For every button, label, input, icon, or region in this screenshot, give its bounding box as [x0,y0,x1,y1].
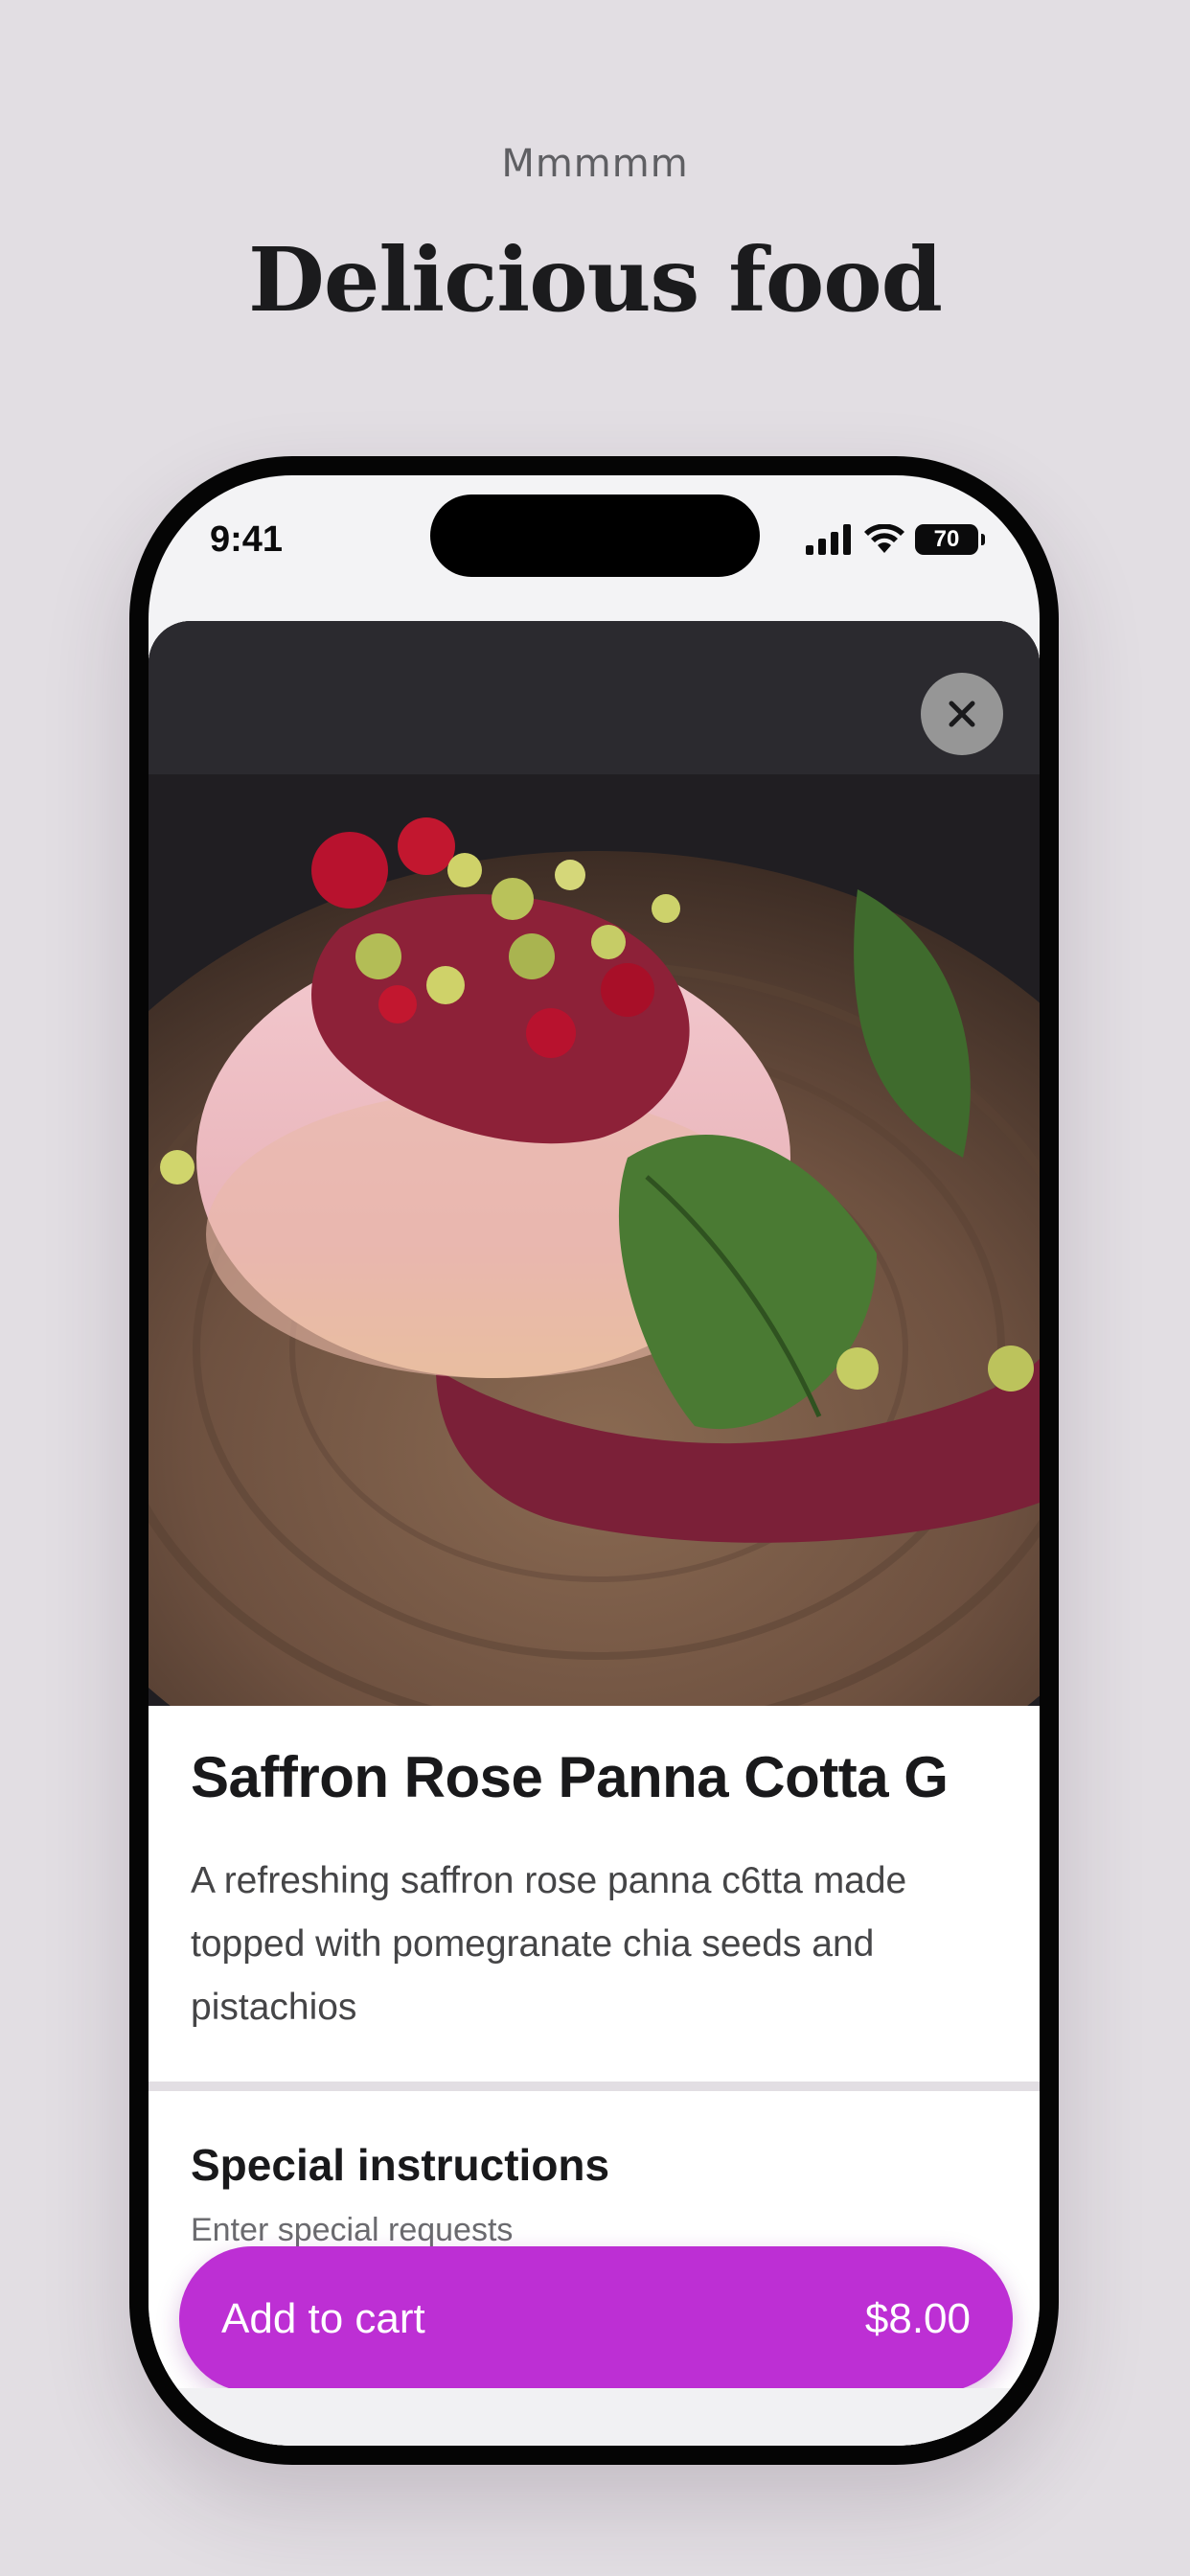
special-instructions-input[interactable] [191,2212,861,2249]
product-sheet: Saffron Rose Panna Cotta G A refreshing … [149,621,1040,2446]
status-icons: 70 [806,523,985,556]
battery-icon: 70 [915,524,985,555]
page-headline: Delicious food [248,228,943,332]
home-indicator-area [149,2388,1040,2446]
dish-title: Saffron Rose Panna Cotta G [191,1745,949,1809]
signal-icon [806,524,851,555]
dish-description: A refreshing saffron rose panna c6tta ma… [191,1860,907,2028]
section-divider [149,2082,1040,2091]
phone-screen: 9:41 70 Saffron Rose Panna Cotta G A ref… [149,475,1040,2446]
cart-price: $8.00 [864,2295,971,2342]
status-time: 9:41 [210,519,284,560]
eyebrow-text: Mmmmm [501,142,689,186]
food-photo-illustration [149,621,1040,1706]
add-to-cart-label: Add to cart [221,2295,425,2342]
food-photo [149,621,1040,1706]
close-button[interactable] [921,673,1003,755]
dynamic-island [430,494,760,577]
special-instructions-heading: Special instructions [191,2140,610,2190]
wifi-icon [864,524,904,553]
close-icon [949,701,975,727]
phone-frame: 9:41 70 Saffron Rose Panna Cotta G A ref… [129,456,1059,2465]
add-to-cart-button[interactable]: Add to cart $8.00 [179,2246,1013,2392]
